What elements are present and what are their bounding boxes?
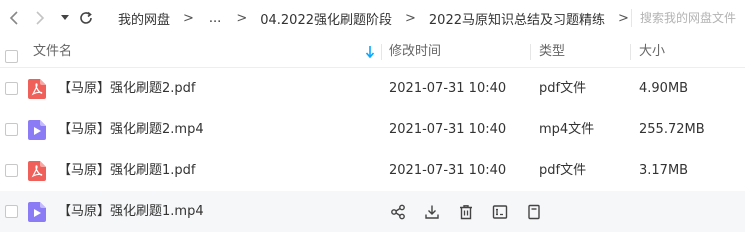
breadcrumb: 我的网盘 > ... > 04.2022强化刷题阶段 > 2022马原知识总结及… <box>106 0 636 36</box>
breadcrumb-item-ellipsis[interactable]: ... <box>201 11 229 26</box>
table-row[interactable]: 【马原】强化刷题1.mp4 <box>0 191 745 232</box>
row-actions <box>389 191 559 232</box>
share-button[interactable] <box>389 203 407 221</box>
row-checkbox[interactable] <box>5 123 18 136</box>
column-header-name[interactable]: 文件名 <box>33 36 72 68</box>
more-icon <box>528 204 540 219</box>
breadcrumb-item-current[interactable]: 2022马原知识总结及习题精练 <box>423 9 611 28</box>
column-divider[interactable] <box>381 44 382 60</box>
file-modified: 2021-07-31 10:40 <box>389 81 507 96</box>
table-row[interactable]: 【马原】强化刷题2.mp4 2021-07-31 10:40 mp4文件 255… <box>0 109 745 150</box>
select-all-checkbox[interactable] <box>5 50 18 63</box>
table-row[interactable]: 【马原】强化刷题2.pdf 2021-07-31 10:40 pdf文件 4.9… <box>0 68 745 109</box>
rename-icon <box>492 204 508 219</box>
chevron-left-icon <box>9 11 18 25</box>
back-button[interactable] <box>4 8 24 28</box>
rename-button[interactable] <box>491 203 509 221</box>
breadcrumb-item-root[interactable]: 我的网盘 <box>106 9 176 28</box>
column-header-type[interactable]: 类型 <box>539 36 565 68</box>
delete-icon <box>460 204 472 219</box>
refresh-icon <box>80 11 92 24</box>
file-modified: 2021-07-31 10:40 <box>389 122 507 137</box>
breadcrumb-separator-icon: > <box>236 10 248 26</box>
file-size: 4.90MB <box>639 81 689 96</box>
table-header: 文件名 修改时间 类型 大小 <box>0 36 745 68</box>
breadcrumb-separator-icon: > <box>183 10 194 26</box>
breadcrumb-item-stage[interactable]: 04.2022强化刷题阶段 <box>254 9 398 28</box>
history-dropdown-button[interactable] <box>58 8 72 28</box>
file-name[interactable]: 【马原】强化刷题1.mp4 <box>58 191 204 232</box>
delete-button[interactable] <box>457 203 475 221</box>
column-divider[interactable] <box>530 44 531 60</box>
file-type: pdf文件 <box>539 81 587 96</box>
refresh-button[interactable] <box>76 8 96 28</box>
navigation-bar: 我的网盘 > ... > 04.2022强化刷题阶段 > 2022马原知识总结及… <box>0 0 745 36</box>
column-divider[interactable] <box>630 44 631 60</box>
file-name[interactable]: 【马原】强化刷题2.pdf <box>58 68 195 109</box>
download-icon <box>425 205 439 219</box>
share-icon <box>391 204 405 219</box>
video-file-icon <box>28 202 46 222</box>
pdf-file-icon <box>28 79 46 99</box>
row-checkbox[interactable] <box>5 82 18 95</box>
row-checkbox[interactable] <box>5 164 18 177</box>
table-row[interactable]: 【马原】强化刷题1.pdf 2021-07-31 10:40 pdf文件 3.1… <box>0 150 745 191</box>
search-input[interactable] <box>640 9 745 27</box>
file-type: mp4文件 <box>539 122 595 137</box>
forward-button[interactable] <box>30 8 50 28</box>
breadcrumb-separator-icon: > <box>405 10 416 26</box>
caret-down-icon <box>61 15 69 20</box>
file-table: 文件名 修改时间 类型 大小 【马原】强化刷题2.pdf 2021-07-31 … <box>0 36 745 232</box>
download-button[interactable] <box>423 203 441 221</box>
file-modified: 2021-07-31 10:40 <box>389 163 507 178</box>
more-button[interactable] <box>525 203 543 221</box>
column-header-size[interactable]: 大小 <box>639 36 665 68</box>
chevron-right-icon <box>36 11 45 25</box>
sort-arrow-down-icon[interactable] <box>364 44 376 60</box>
pdf-file-icon <box>28 161 46 181</box>
breadcrumb-separator-icon: > <box>618 10 629 26</box>
file-type: pdf文件 <box>539 163 587 178</box>
file-name[interactable]: 【马原】强化刷题2.mp4 <box>58 109 204 150</box>
video-file-icon <box>28 120 46 140</box>
column-header-modified[interactable]: 修改时间 <box>389 36 441 68</box>
search-divider <box>631 9 632 27</box>
file-name[interactable]: 【马原】强化刷题1.pdf <box>58 150 195 191</box>
row-checkbox[interactable] <box>5 205 18 218</box>
file-size: 255.72MB <box>639 122 705 137</box>
file-size: 3.17MB <box>639 163 689 178</box>
